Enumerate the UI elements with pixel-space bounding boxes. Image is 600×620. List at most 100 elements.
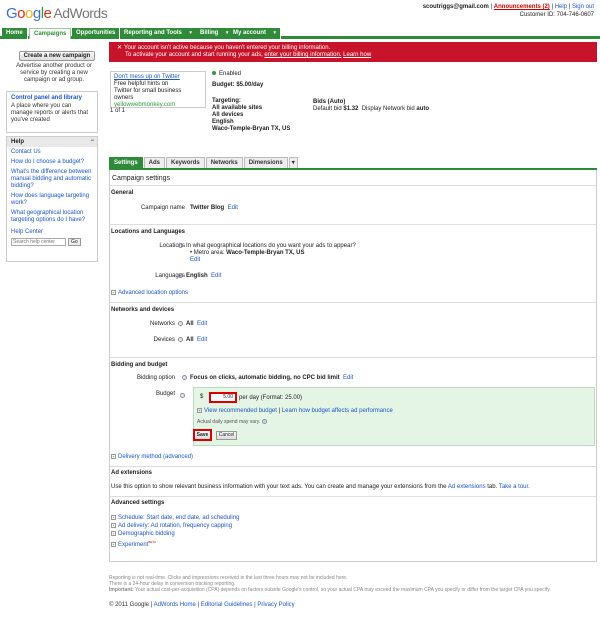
expand-icon[interactable]: + xyxy=(197,408,202,413)
enter-billing-link[interactable]: enter your billing information. xyxy=(264,52,341,58)
bidding-option-value: Focus on clicks, automatic bidding, no C… xyxy=(190,375,340,382)
advanced-location-link[interactable]: Advanced location options xyxy=(118,290,188,296)
devices-label: Devices xyxy=(153,337,175,343)
question-icon[interactable]: ? xyxy=(180,393,185,398)
create-campaign-description: Advertise another product or service by … xyxy=(16,63,92,83)
edit-networks-link[interactable]: Edit xyxy=(197,321,207,327)
tab-networks[interactable]: Networks xyxy=(205,157,243,168)
create-campaign-button[interactable]: Create a new campaign xyxy=(19,51,95,61)
divider xyxy=(110,185,596,186)
adwords-home-link[interactable]: AdWords Home xyxy=(154,602,196,608)
locations-label: Locations xyxy=(159,243,185,249)
section-general: General xyxy=(111,190,134,196)
logo-letter: o xyxy=(25,5,33,22)
control-panel-box: Control panel and library A place where … xyxy=(6,91,98,133)
edit-bidding-link[interactable]: Edit xyxy=(343,375,353,381)
chevron-down-icon[interactable]: ▾ xyxy=(288,157,298,168)
ad-extensions-tail: tab. xyxy=(487,484,498,490)
schedule-link[interactable]: Schedule: Start date, end date, ad sched… xyxy=(118,515,239,521)
save-button[interactable]: Save xyxy=(193,429,212,441)
nav-tab-label: My account xyxy=(233,30,267,36)
experiment-link[interactable]: Experiment xyxy=(118,542,148,548)
divider xyxy=(110,357,596,358)
nav-tab-billing[interactable]: Billing ▾ xyxy=(196,28,234,39)
ad-title[interactable]: Don't mess up on Twitter xyxy=(114,74,202,81)
editorial-guidelines-link[interactable]: Editorial Guidelines xyxy=(201,602,253,608)
tab-dimensions[interactable]: Dimensions xyxy=(243,157,288,168)
logo-letter: o xyxy=(17,5,26,22)
edit-languages-link[interactable]: Edit xyxy=(211,273,221,279)
help-link[interactable]: Help xyxy=(555,4,567,10)
help-panel-header: Help − xyxy=(7,137,97,147)
help-link-language[interactable]: How does language targeting work? xyxy=(11,193,93,207)
control-panel-text: A place where you can manage reports or … xyxy=(11,103,89,123)
sign-out-link[interactable]: Sign out xyxy=(572,4,594,10)
expand-icon[interactable]: + xyxy=(111,290,116,295)
tab-settings[interactable]: Settings xyxy=(109,157,143,168)
budget-summary: Budget: $5.00/day xyxy=(212,82,264,88)
tab-ads[interactable]: Ads xyxy=(143,157,166,168)
billing-alert: ✕ Your account isn't active because you h… xyxy=(109,42,597,62)
edit-campaign-name-link[interactable]: Edit xyxy=(228,205,238,211)
ad-delivery-link[interactable]: Ad delivery: Ad rotation, frequency capp… xyxy=(118,523,232,529)
expand-icon[interactable]: + xyxy=(111,454,116,459)
edit-locations-link[interactable]: Edit xyxy=(190,257,200,263)
learn-how-link[interactable]: Learn how xyxy=(343,52,371,58)
question-icon[interactable]: ? xyxy=(178,321,183,326)
help-search: Go xyxy=(11,238,93,246)
help-link-bidding[interactable]: What's the difference between manual bid… xyxy=(11,169,93,190)
announcements-link[interactable]: Announcements (2) xyxy=(494,4,550,10)
expand-icon[interactable]: + xyxy=(111,531,116,536)
learn-budget-link[interactable]: Learn how budget affects ad performance xyxy=(282,408,393,414)
edit-devices-link[interactable]: Edit xyxy=(197,337,207,343)
nav-tab-my-account[interactable]: My account ▾ xyxy=(229,28,282,39)
default-bid-value: $1.32 xyxy=(343,106,359,112)
demographic-link[interactable]: Demographic bidding xyxy=(118,531,175,537)
help-center-link[interactable]: Help Center xyxy=(11,229,93,236)
question-icon[interactable]: ? xyxy=(182,375,187,380)
campaign-summary: Enabled Budget: $5.00/day Targeting: All… xyxy=(212,71,290,133)
nav-tab-campaigns[interactable]: Campaigns xyxy=(29,28,72,39)
go-button[interactable]: Go xyxy=(68,238,81,246)
close-icon[interactable]: ✕ xyxy=(117,45,122,51)
help-link-budget[interactable]: How do I choose a budget? xyxy=(11,159,93,166)
question-icon[interactable]: ? xyxy=(178,273,183,278)
adwords-logo[interactable]: Google AdWords xyxy=(6,5,108,22)
languages-label: Languages xyxy=(155,273,185,279)
main-nav: Home Campaigns Opportunities Reporting a… xyxy=(0,28,600,39)
status-text: Enabled xyxy=(219,71,242,77)
help-link-geo[interactable]: What geographical location targeting opt… xyxy=(11,210,93,224)
logo-product: AdWords xyxy=(53,5,108,21)
user-email: scoutriggs@gmail.com xyxy=(422,4,489,10)
ad-extensions-link[interactable]: Ad extensions xyxy=(448,484,486,490)
minimize-icon[interactable]: − xyxy=(90,138,94,144)
view-recommended-budget-link[interactable]: View recommended budget xyxy=(204,408,277,414)
expand-icon[interactable]: + xyxy=(111,515,116,520)
top-links: scoutriggs@gmail.com | Announcements (2)… xyxy=(422,4,594,10)
expand-icon[interactable]: + xyxy=(111,541,116,547)
expand-icon[interactable]: + xyxy=(111,523,116,528)
nav-tab-home[interactable]: Home xyxy=(2,28,28,39)
question-icon[interactable]: ? xyxy=(261,419,267,425)
cancel-button[interactable]: Cancel xyxy=(216,431,237,440)
metro-label: Metro area: xyxy=(193,250,225,257)
delivery-method-link[interactable]: Delivery method (advanced) xyxy=(118,454,193,460)
ad-preview: Don't mess up on Twitter Free helpful hi… xyxy=(110,71,206,108)
help-search-input[interactable] xyxy=(11,238,66,246)
nav-tab-opportunities[interactable]: Opportunities xyxy=(72,28,121,39)
question-icon[interactable]: ? xyxy=(178,243,183,248)
display-bid-label: Display Network bid xyxy=(361,106,415,112)
privacy-policy-link[interactable]: Privacy Policy xyxy=(257,602,294,608)
bidding-option-label: Bidding option xyxy=(136,375,175,381)
networks-label: Networks xyxy=(149,321,175,327)
question-icon[interactable]: ? xyxy=(178,337,183,342)
tab-keywords[interactable]: Keywords xyxy=(166,157,205,168)
nav-tab-reporting[interactable]: Reporting and Tools ▾ xyxy=(120,28,197,39)
metro-value: Waco-Temple-Bryan TX, US xyxy=(226,250,305,257)
take-tour-link[interactable]: Take a tour. xyxy=(499,484,530,490)
control-panel-link[interactable]: Control panel and library xyxy=(7,92,97,102)
targeting-item: All available sites xyxy=(212,105,263,111)
budget-input[interactable]: 5.00 xyxy=(209,392,237,403)
footer-important: Important: xyxy=(109,587,134,593)
help-link-contact[interactable]: Contact Us xyxy=(11,149,93,156)
